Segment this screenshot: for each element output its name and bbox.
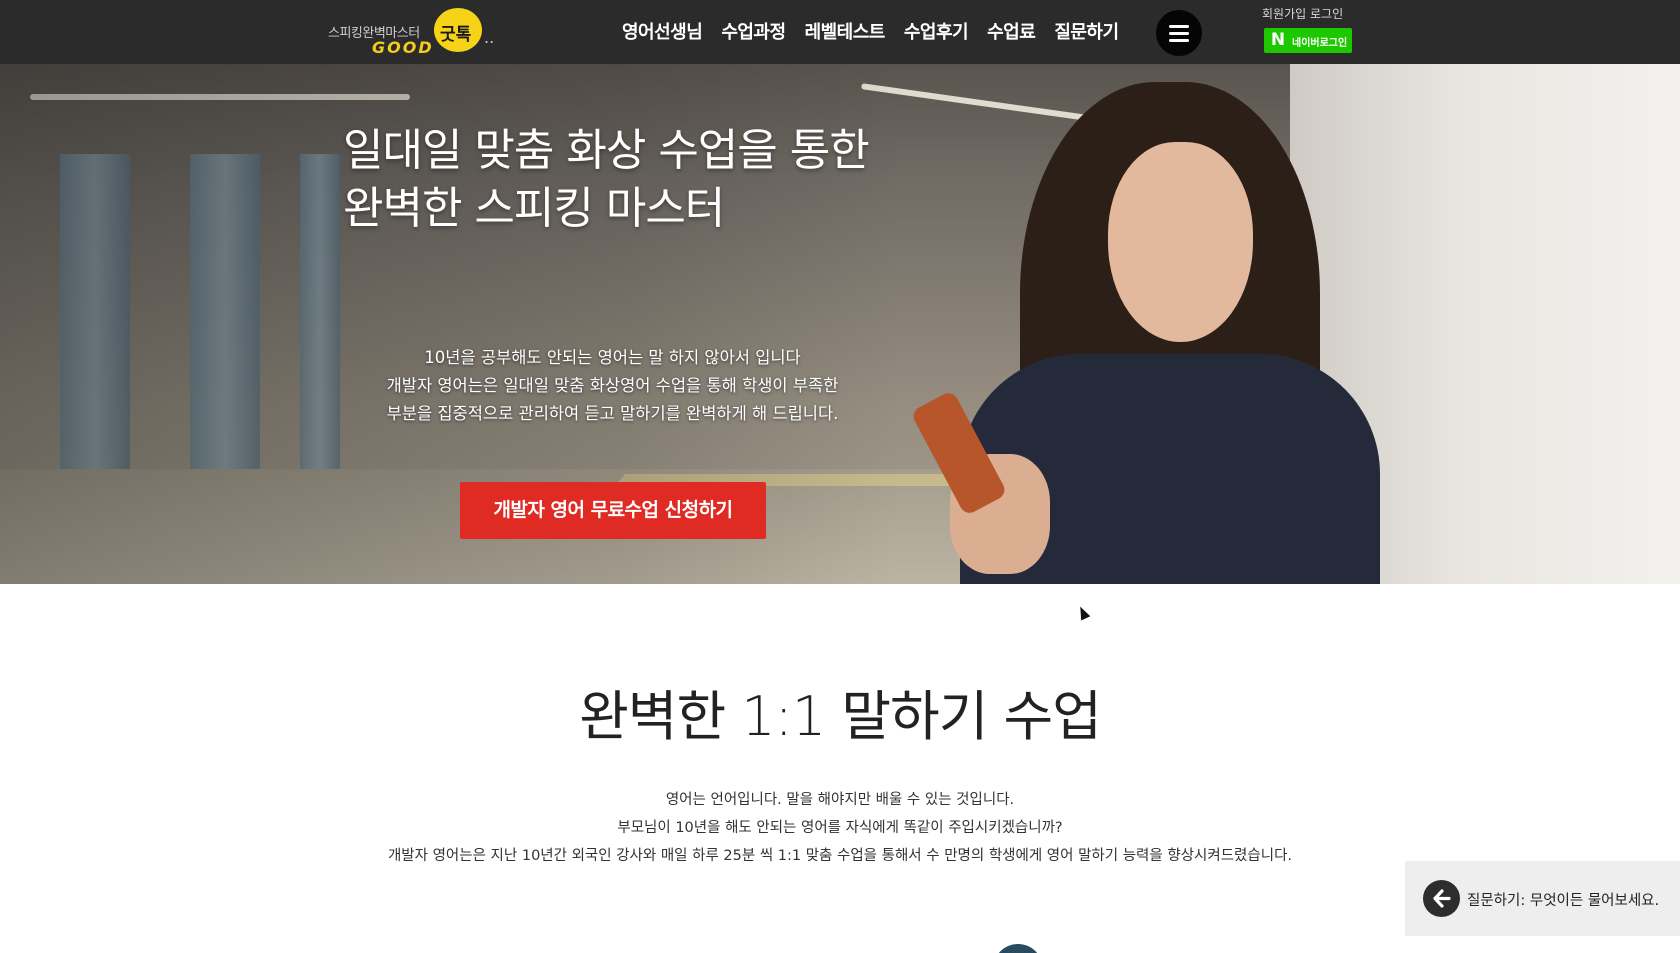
section-title: 완벽한 1:1 말하기 수업 [579, 685, 1102, 748]
hero-title: 일대일 맞춤 화상 수업을 통한 완벽한 스피킹 마스터 [343, 122, 870, 238]
hero-description: 10년을 공부해도 안되는 영어는 말 하지 않아서 입니다 개발자 영어는은 … [360, 344, 865, 428]
arrow-left-icon[interactable] [1423, 880, 1460, 917]
logo-good-text: GOOD [372, 38, 434, 57]
nav-item-reviews[interactable]: 수업후기 [904, 18, 969, 44]
mouse-cursor-icon [1075, 604, 1091, 621]
hero-title-line: 완벽한 스피킹 마스터 [343, 183, 725, 234]
hero-desc-line: 10년을 공부해도 안되는 영어는 말 하지 않아서 입니다 [424, 348, 801, 367]
question-widget-text: 질문하기: 무엇이든 물어보세요. [1467, 893, 1660, 909]
hero-banner: 일대일 맞춤 화상 수업을 통한 완벽한 스피킹 마스터 10년을 공부해도 안… [0, 64, 1680, 584]
section-image-peek [993, 944, 1043, 953]
site-header: 스피킹완벽마스터 GOOD 굿톡 .. 영어선생님 수업과정 레벨테스트 수업후… [0, 0, 1680, 64]
hero-desc-line: 개발자 영어는은 일대일 맞춤 화상영어 수업을 통해 학생이 부족한 [386, 376, 839, 395]
site-logo[interactable]: 스피킹완벽마스터 GOOD 굿톡 .. [328, 8, 498, 58]
nav-item-courses[interactable]: 수업과정 [721, 18, 786, 44]
section-description: 영어는 언어입니다. 말을 해야지만 배울 수 있는 것입니다. 부모님이 10… [0, 786, 1680, 870]
naver-login-label: 네이버로그인 [1292, 38, 1348, 49]
nav-item-teachers[interactable]: 영어선생님 [622, 18, 703, 44]
login-link[interactable]: 로그인 [1310, 7, 1343, 21]
logo-dots: .. [484, 28, 495, 47]
hero-title-line: 일대일 맞춤 화상 수업을 통한 [343, 125, 870, 176]
naver-login-button[interactable]: N 네이버로그인 [1264, 28, 1352, 53]
section-desc-line: 부모님이 10년을 해도 안되는 영어를 자식에게 똑같이 주입시키겠습니까? [617, 820, 1063, 836]
section-desc-line: 영어는 언어입니다. 말을 해야지만 배울 수 있는 것입니다. [665, 792, 1015, 808]
question-widget[interactable]: 질문하기: 무엇이든 물어보세요. [1405, 861, 1680, 936]
main-nav: 영어선생님 수업과정 레벨테스트 수업후기 수업료 질문하기 [622, 18, 1119, 44]
naver-n-icon: N [1270, 30, 1286, 50]
nav-item-tuition[interactable]: 수업료 [987, 18, 1036, 44]
hamburger-menu-icon[interactable] [1156, 10, 1202, 56]
auth-links: 회원가입 로그인 [1262, 5, 1343, 22]
nav-item-level-test[interactable]: 레벨테스트 [805, 18, 886, 44]
hero-person-face [1108, 142, 1253, 342]
nav-item-questions[interactable]: 질문하기 [1054, 18, 1119, 44]
free-lesson-cta-button[interactable]: 개발자 영어 무료수업 신청하기 [460, 482, 766, 539]
hero-desc-line: 부분을 집중적으로 관리하여 듣고 말하기를 완벽하게 해 드립니다. [386, 404, 839, 423]
signup-link[interactable]: 회원가입 [1262, 7, 1306, 21]
logo-bubble-text: 굿톡 [440, 25, 472, 45]
